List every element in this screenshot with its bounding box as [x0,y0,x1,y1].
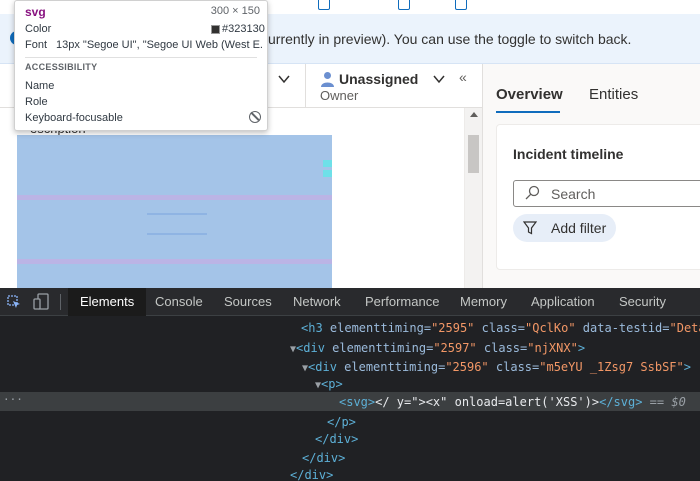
padding-marker [323,170,332,177]
filter-icon [523,221,537,235]
divider [25,57,257,58]
dom-node-div-outer[interactable]: ▼<div elementtiming="2597" class="njXNX"… [290,341,585,355]
card-title: Incident timeline [513,146,624,162]
overlay-stripe [17,195,332,200]
add-filter-button[interactable]: Add filter [513,214,616,242]
toolbar-icon[interactable] [455,0,467,10]
tab-memory[interactable]: Memory [448,288,519,316]
search-placeholder: Search [551,186,596,202]
chevron-down-icon[interactable] [277,72,291,86]
dom-node-div-close[interactable]: </div> [290,468,333,481]
collapse-panel-icon[interactable]: « [459,69,467,85]
tooltip-focusable-label: Keyboard-focusable [25,112,123,124]
right-panel: Overview Entities Incident timeline Sear… [482,64,700,288]
dom-node-div-inner[interactable]: ▼<div elementtiming="2596" class="m5eYU … [302,360,691,374]
scrollbar-thumb[interactable] [468,135,479,173]
overlay-stripe [17,259,332,264]
incident-timeline-card: Incident timeline Search Add filter [496,124,700,270]
overlay-spot [147,233,207,235]
tab-security[interactable]: Security [607,288,678,316]
padding-marker [323,160,332,167]
inspect-element-icon[interactable] [7,295,21,309]
more-options-icon[interactable]: ··· [3,393,23,406]
active-tab-indicator [496,111,560,113]
tooltip-font-label: Font [25,39,48,51]
tab-application[interactable]: Application [519,288,607,316]
person-icon [321,72,334,87]
toolbar-icon[interactable] [398,0,410,10]
tooltip-font-value: 13px "Segoe UI", "Segoe UI Web (West E..… [56,39,262,51]
overlay-spot [147,213,207,215]
dom-node-p[interactable]: ▼<p> [315,377,343,391]
assignee-value[interactable]: Unassigned [339,71,418,87]
svg-highlight-overlay [17,135,332,288]
tooltip-name-label: Name [25,80,55,92]
tab-entities[interactable]: Entities [589,86,638,103]
add-filter-label: Add filter [551,220,607,236]
scroll-up-icon[interactable] [470,112,478,117]
search-input[interactable]: Search [513,180,700,207]
banner-text: urrently in preview). You can use the to… [268,31,632,47]
tooltip-color-label: Color [25,23,52,35]
chevron-down-icon[interactable] [432,72,446,86]
tab-performance[interactable]: Performance [353,288,451,316]
tab-elements[interactable]: Elements [68,288,147,316]
tooltip-color-value: #323130 [222,23,265,35]
scrollbar[interactable] [464,108,482,288]
divider [305,64,306,108]
devtools-panel: Elements Console Sources Network Perform… [0,288,700,481]
dom-node-div-close[interactable]: </div> [302,451,345,465]
tab-network[interactable]: Network [281,288,353,316]
toolbar-icon[interactable] [318,0,330,10]
dom-node-div-close[interactable]: </div> [315,432,358,446]
dom-node-p-close[interactable]: </p> [327,415,356,429]
tab-overview[interactable]: Overview [496,86,563,103]
divider [60,294,61,310]
devtools-toolbar: Elements Console Sources Network Perform… [0,288,700,316]
color-swatch [211,25,220,34]
tooltip-role-label: Role [25,96,48,108]
tab-console[interactable]: Console [143,288,215,316]
tab-sources[interactable]: Sources [212,288,284,316]
dom-node-svg-selected[interactable]: <svg></ y="><x" onload=alert('XSS')></sv… [339,395,686,409]
search-icon [525,185,540,200]
tooltip-size: 300 × 150 [210,5,260,17]
tooltip-section-title: ACCESSIBILITY [25,62,98,72]
tooltip-tag: svg [25,5,46,19]
device-toolbar-icon[interactable] [33,293,49,310]
dom-node-h3[interactable]: <h3 elementtiming="2595" class="QclKo" d… [301,321,700,335]
inspect-tooltip: svg 300 × 150 Color #323130 Font 13px "S… [14,0,268,131]
not-focusable-icon [249,111,261,123]
owner-label: Owner [320,88,359,103]
